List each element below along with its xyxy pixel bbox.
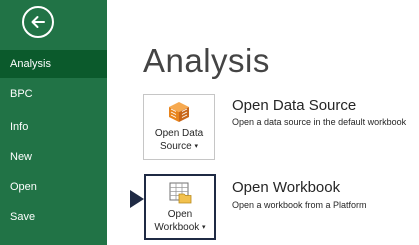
open-workbook-description: Open a workbook from a Platform: [232, 200, 367, 210]
open-data-source-description: Open a data source in the default workbo…: [232, 117, 407, 127]
page-title: Analysis: [143, 42, 270, 79]
data-source-cube-icon: [169, 102, 189, 122]
open-workbook-button[interactable]: Open Workbook ▾: [144, 174, 216, 240]
back-button[interactable]: [22, 6, 54, 38]
open-data-source-button-label-line1: Open Data: [154, 128, 204, 139]
open-data-source-button[interactable]: Open Data Source ▾: [143, 94, 215, 160]
sidebar-item-save[interactable]: Save: [0, 203, 107, 231]
open-data-source-button-label-line2: Source ▾: [144, 140, 214, 153]
back-arrow-icon: [31, 16, 45, 28]
sidebar-item-info[interactable]: Info: [0, 113, 107, 141]
open-data-source-button-label-line2-text: Source: [160, 141, 192, 153]
dropdown-caret-icon: ▾: [202, 224, 206, 231]
dropdown-caret-icon: ▾: [194, 143, 198, 150]
backstage-sidebar: Analysis BPC Info New Open Save: [0, 0, 107, 245]
selection-pointer-icon: [130, 190, 144, 208]
open-workbook-title: Open Workbook: [232, 179, 341, 196]
sidebar-item-open[interactable]: Open: [0, 173, 107, 201]
sidebar-item-analysis[interactable]: Analysis: [0, 50, 107, 78]
workbook-grid-icon: [169, 182, 192, 204]
sidebar-item-bpc[interactable]: BPC: [0, 80, 107, 108]
open-workbook-button-label-line2-text: Workbook: [154, 222, 200, 234]
open-workbook-button-label-line2: Workbook ▾: [146, 221, 214, 234]
open-workbook-button-label-line1: Open: [167, 209, 193, 220]
sidebar-item-new[interactable]: New: [0, 143, 107, 171]
open-data-source-title: Open Data Source: [232, 97, 357, 114]
